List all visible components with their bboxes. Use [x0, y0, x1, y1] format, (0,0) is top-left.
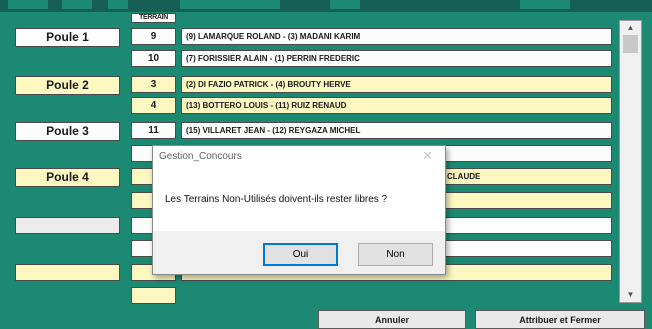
match-field[interactable]: (2) DI FAZIO PATRICK - (4) BROUTY HERVE — [181, 76, 612, 93]
poule-label: Poule 3 — [15, 122, 120, 141]
match-text: CLAUDE — [447, 172, 481, 181]
poule-label: Poule 2 — [15, 76, 120, 95]
cancel-button[interactable]: Annuler — [318, 310, 466, 329]
terrain-field[interactable]: 11 — [131, 122, 176, 139]
no-button[interactable]: Non — [358, 243, 433, 266]
scroll-down-icon[interactable]: ▼ — [620, 288, 641, 302]
toolbar-segment — [108, 0, 128, 9]
terrain-field[interactable]: 9 — [131, 28, 176, 45]
dialog-button-bar: Oui Non — [153, 231, 445, 274]
match-field[interactable]: (9) LAMARQUE ROLAND - (3) MADANI KARIM — [181, 28, 612, 45]
vertical-scrollbar[interactable]: ▲ ▼ — [619, 20, 642, 303]
terrain-field[interactable]: 10 — [131, 50, 176, 67]
match-field[interactable]: (7) FORISSIER ALAIN - (1) PERRIN FREDERI… — [181, 50, 612, 67]
top-toolbar-strip — [0, 0, 652, 12]
toolbar-segment — [330, 0, 360, 9]
toolbar-segment — [62, 0, 92, 9]
poule-label: Poule 1 — [15, 28, 120, 47]
toolbar-segment — [180, 0, 280, 9]
scroll-up-icon[interactable]: ▲ — [620, 21, 641, 35]
match-field[interactable]: (13) BOTTERO LOUIS - (11) RUIZ RENAUD — [181, 97, 612, 114]
dialog-message: Les Terrains Non-Utilisés doivent-ils re… — [165, 194, 388, 205]
toolbar-segment — [8, 0, 48, 9]
poule-label — [15, 264, 120, 281]
terrain-field[interactable] — [131, 287, 176, 304]
dialog-title: Gestion_Concours — [159, 151, 242, 162]
confirm-dialog: Gestion_Concours ✕ Les Terrains Non-Util… — [152, 145, 446, 275]
close-icon[interactable]: ✕ — [422, 148, 433, 164]
terrain-column-header: TERRAIN — [131, 13, 176, 23]
match-field[interactable]: (15) VILLARET JEAN - (12) REYGAZA MICHEL — [181, 122, 612, 139]
scroll-thumb[interactable] — [623, 35, 638, 53]
terrain-field[interactable]: 3 — [131, 76, 176, 93]
poule-label — [15, 217, 120, 234]
yes-button[interactable]: Oui — [263, 243, 338, 266]
terrain-field[interactable]: 4 — [131, 97, 176, 114]
toolbar-segment — [520, 0, 570, 9]
assign-and-close-button[interactable]: Attribuer et Fermer — [475, 310, 645, 329]
poule-label: Poule 4 — [15, 168, 120, 187]
